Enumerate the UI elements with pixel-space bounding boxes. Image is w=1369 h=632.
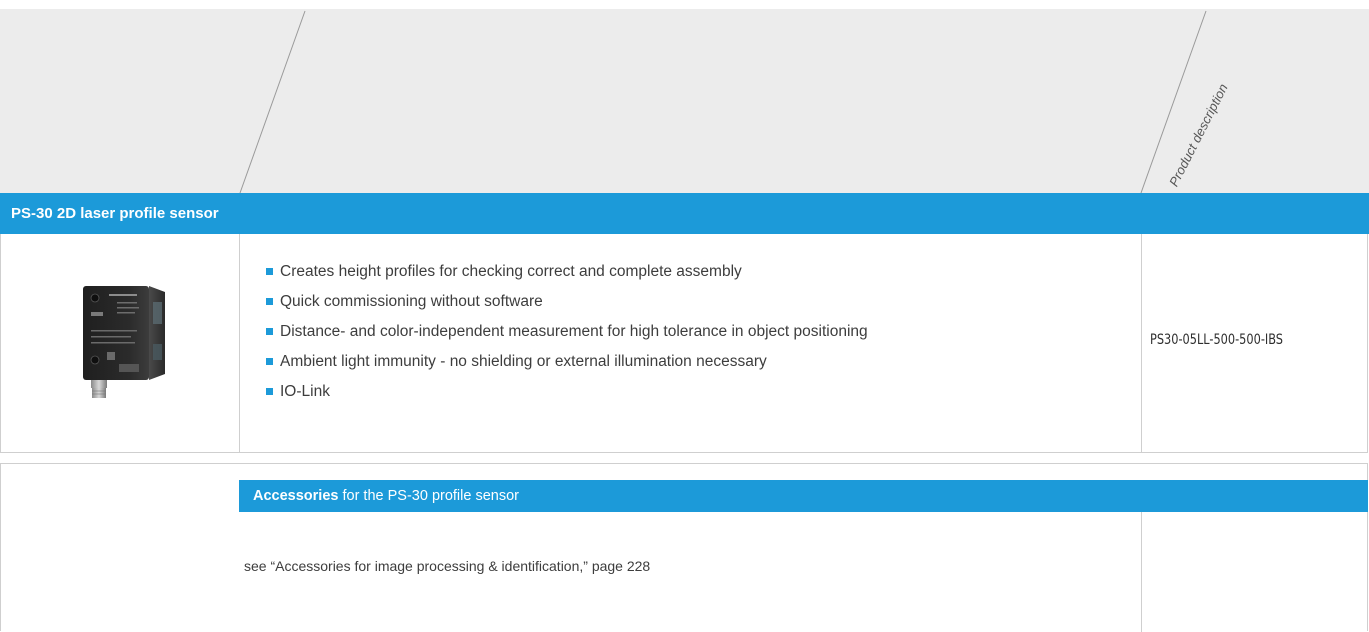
accessories-title-bold: Accessories (253, 488, 339, 504)
product-code: PS30-05LL-500-500-IBS (1150, 332, 1284, 348)
feature-item: Quick commissioning without software (266, 292, 868, 322)
accessories-reference-link[interactable]: see “Accessories for image processing & … (244, 558, 650, 574)
feature-list: Creates height profiles for checking cor… (266, 262, 868, 412)
sensor-image (77, 282, 173, 407)
table-header (0, 9, 1369, 193)
product-image-cell (1, 234, 240, 452)
feature-item: Ambient light immunity - no shielding or… (266, 352, 868, 382)
product-features-cell: Creates height profiles for checking cor… (240, 234, 1142, 452)
accessories-block: Accessories for the PS-30 profile sensor… (0, 463, 1368, 632)
product-code-cell: PS30-05LL-500-500-IBS (1142, 234, 1368, 452)
section-title: PS-30 2D laser profile sensor (11, 205, 219, 222)
product-table: Creates height profiles for checking cor… (0, 234, 1368, 453)
header-dividers (239, 10, 1207, 193)
feature-item: Creates height profiles for checking cor… (266, 262, 868, 292)
accessories-divider (1141, 512, 1142, 632)
header-divider-left (239, 10, 306, 193)
accessories-title-bar: Accessories for the PS-30 profile sensor (239, 480, 1368, 512)
section-title-bar: PS-30 2D laser profile sensor (0, 193, 1369, 234)
accessories-title-rest: for the PS-30 profile sensor (338, 488, 519, 504)
feature-item: Distance- and color-independent measurem… (266, 322, 868, 352)
feature-item: IO-Link (266, 382, 868, 412)
